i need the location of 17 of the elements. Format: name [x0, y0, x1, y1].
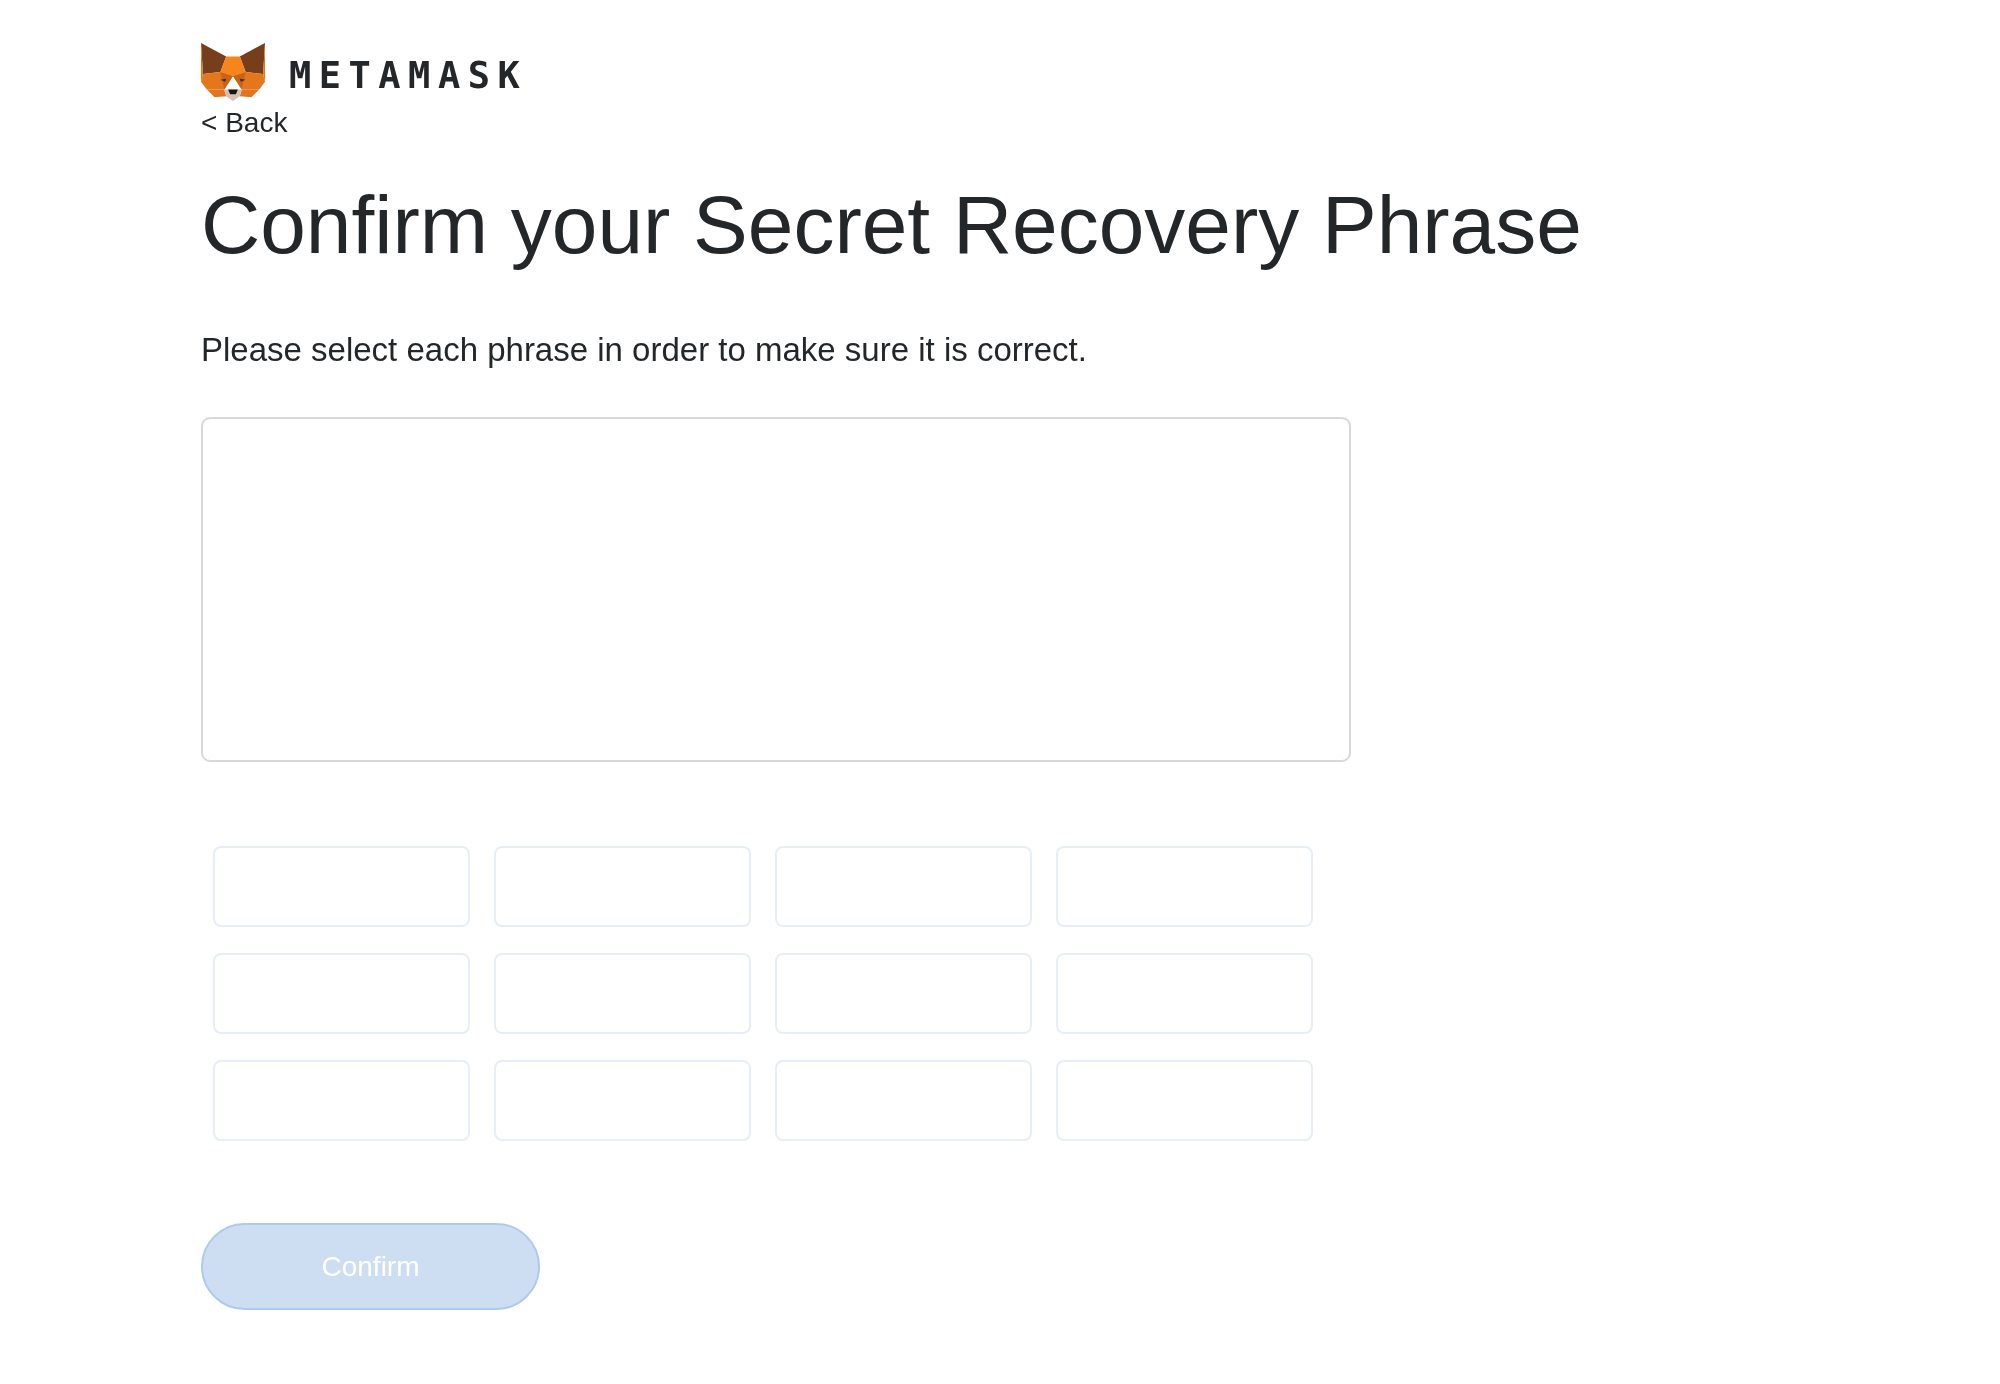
word-button[interactable] — [494, 846, 751, 927]
fox-logo-icon — [201, 42, 265, 102]
back-link[interactable]: < Back — [201, 107, 288, 139]
word-button[interactable] — [775, 953, 1032, 1034]
word-button[interactable] — [775, 1060, 1032, 1141]
page-title: Confirm your Secret Recovery Phrase — [201, 178, 1582, 272]
logo-wordmark: METAMASK — [289, 52, 528, 94]
word-button[interactable] — [213, 1060, 470, 1141]
word-button[interactable] — [213, 953, 470, 1034]
word-button[interactable] — [494, 1060, 751, 1141]
word-button[interactable] — [494, 953, 751, 1034]
instruction-text: Please select each phrase in order to make sure it is correct. — [201, 330, 1087, 370]
word-button[interactable] — [775, 846, 1032, 927]
word-button[interactable] — [1056, 846, 1313, 927]
word-button[interactable] — [1056, 1060, 1313, 1141]
word-button[interactable] — [1056, 953, 1313, 1034]
word-button[interactable] — [213, 846, 470, 927]
